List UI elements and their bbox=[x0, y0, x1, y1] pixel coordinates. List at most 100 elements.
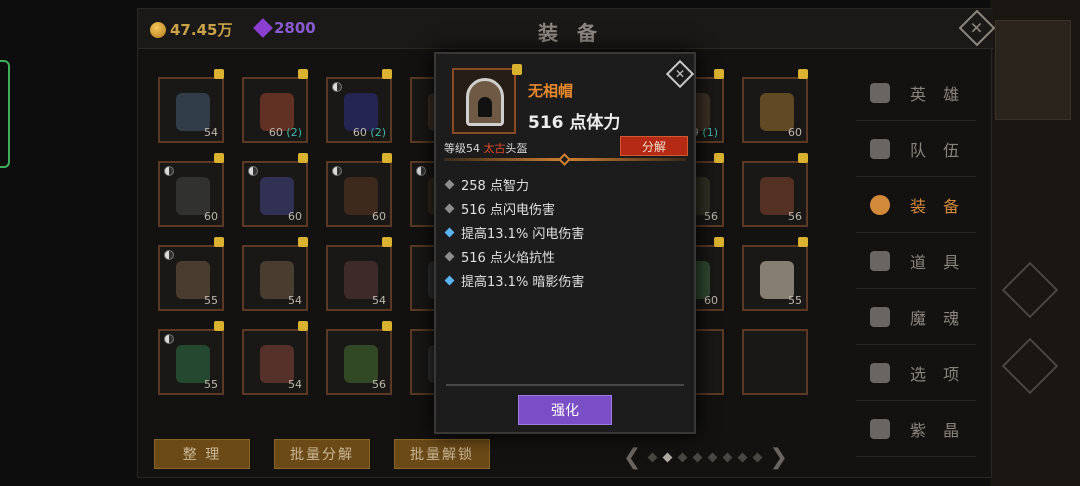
sidebar: 英 雄队 伍装 备道 具魔 魂选 项紫 晶 bbox=[856, 65, 976, 457]
yinyang-icon bbox=[416, 166, 426, 176]
right-button-2[interactable] bbox=[1001, 337, 1059, 395]
sidebar-item[interactable]: 紫 晶 bbox=[856, 401, 976, 457]
item-level-label: 56 bbox=[372, 378, 386, 391]
attribute-text: 提高13.1% 闪电伤害 bbox=[461, 226, 585, 242]
divider bbox=[446, 384, 684, 386]
gold-amount: 47.45万 bbox=[170, 21, 233, 39]
inventory-slot[interactable] bbox=[742, 329, 808, 395]
page-dot[interactable] bbox=[722, 452, 733, 463]
item-level-label: 60 bbox=[204, 210, 218, 223]
flame-icon bbox=[870, 306, 890, 327]
next-page-arrow[interactable]: ❯ bbox=[769, 445, 787, 470]
gold-counter: 47.45万 bbox=[150, 19, 232, 40]
inventory-slot[interactable]: 60 bbox=[326, 153, 392, 227]
bullet-icon bbox=[444, 227, 455, 237]
right-button-1[interactable] bbox=[1001, 261, 1059, 319]
bullet-icon bbox=[444, 251, 455, 261]
inventory-slot[interactable]: 54 bbox=[326, 237, 392, 311]
item-level-label: 60 (2) bbox=[352, 126, 386, 139]
lock-icon bbox=[714, 153, 724, 163]
attribute-row: 516 点火焰抗性 bbox=[444, 244, 584, 268]
page-dot[interactable] bbox=[662, 452, 673, 463]
item-level-label: 60 bbox=[372, 210, 386, 223]
item-level-label: 60 (2) bbox=[268, 126, 302, 139]
bullet-icon bbox=[444, 203, 455, 213]
lock-icon bbox=[214, 321, 224, 331]
attribute-text: 258 点智力 bbox=[461, 178, 529, 194]
inventory-slot[interactable]: 54 bbox=[158, 69, 224, 143]
left-edge-tab[interactable] bbox=[0, 60, 10, 168]
lock-icon bbox=[714, 237, 724, 247]
lock-icon[interactable] bbox=[512, 64, 522, 75]
item-level-label: 54 bbox=[288, 378, 302, 391]
sidebar-item[interactable]: 道 具 bbox=[856, 233, 976, 289]
item-slot: 头盔 bbox=[505, 142, 528, 155]
inventory-slot[interactable]: 54 bbox=[242, 237, 308, 311]
sidebar-item[interactable]: 魔 魂 bbox=[856, 289, 976, 345]
bullet-icon bbox=[444, 179, 455, 189]
inventory-slot[interactable]: 55 bbox=[742, 237, 808, 311]
sidebar-item[interactable]: 队 伍 bbox=[856, 121, 976, 177]
yinyang-icon bbox=[332, 82, 342, 92]
item-icon-frame bbox=[452, 68, 516, 134]
item-main-stat: 516 点体力 bbox=[528, 113, 621, 133]
bulk-salvage-button[interactable]: 批量分解 bbox=[274, 439, 370, 469]
inventory-slot[interactable]: 54 bbox=[242, 321, 308, 395]
sidebar-item[interactable]: 装 备 bbox=[856, 177, 976, 233]
attribute-text: 提高13.1% 暗影伤害 bbox=[461, 274, 585, 290]
attribute-text: 516 点闪电伤害 bbox=[461, 202, 555, 218]
item-level-label: 56 bbox=[788, 210, 802, 223]
tooltip-close-button[interactable]: ✕ bbox=[665, 59, 695, 89]
page-dot[interactable] bbox=[677, 452, 688, 463]
item-level-label: 60 bbox=[788, 126, 802, 139]
inventory-slot[interactable]: 55 bbox=[158, 237, 224, 311]
gem-amount: 2800 bbox=[274, 19, 316, 37]
close-icon: ✕ bbox=[674, 67, 686, 81]
salvage-button[interactable]: 分解 bbox=[620, 136, 688, 156]
inventory-slot[interactable]: 60 bbox=[158, 153, 224, 227]
inventory-slot[interactable]: 56 bbox=[326, 321, 392, 395]
attribute-row: 258 点智力 bbox=[444, 172, 584, 196]
item-level-label: 55 bbox=[204, 294, 218, 307]
sidebar-item[interactable]: 英 雄 bbox=[856, 65, 976, 121]
page-dot[interactable] bbox=[647, 452, 658, 463]
lock-icon bbox=[298, 321, 308, 331]
gear-icon bbox=[870, 362, 890, 383]
right-side-buttons bbox=[1001, 261, 1059, 422]
item-rarity: 太古 bbox=[483, 142, 506, 155]
lock-icon bbox=[382, 321, 392, 331]
prev-page-arrow[interactable]: ❮ bbox=[623, 445, 641, 470]
item-level-label: 60 bbox=[704, 294, 718, 307]
bonus-label: (2) bbox=[286, 126, 302, 139]
crystal-icon bbox=[870, 418, 890, 439]
divider-diamond bbox=[558, 153, 571, 166]
inventory-slot[interactable]: 55 bbox=[158, 321, 224, 395]
item-level-label: 55 bbox=[204, 378, 218, 391]
sort-button[interactable]: 整 理 bbox=[154, 439, 250, 469]
inventory-slot[interactable]: 60 (2) bbox=[242, 69, 308, 143]
inventory-slot[interactable]: 60 (2) bbox=[326, 69, 392, 143]
sidebar-item-label: 魔 魂 bbox=[910, 308, 966, 328]
lock-icon bbox=[298, 237, 308, 247]
close-button[interactable]: ✕ bbox=[958, 9, 996, 47]
page-dot[interactable] bbox=[692, 452, 703, 463]
item-level-label: 54 bbox=[204, 126, 218, 139]
top-bar: 47.45万 2800 装 备 ✕ bbox=[138, 9, 996, 49]
bulk-unlock-button[interactable]: 批量解锁 bbox=[394, 439, 490, 469]
item-level-label: 60 bbox=[288, 210, 302, 223]
lock-icon bbox=[298, 69, 308, 79]
inventory-slot[interactable]: 56 bbox=[742, 153, 808, 227]
inventory-slot[interactable]: 60 bbox=[742, 69, 808, 143]
page-dot[interactable] bbox=[707, 452, 718, 463]
lock-icon bbox=[214, 237, 224, 247]
inventory-slot[interactable]: 60 bbox=[242, 153, 308, 227]
enhance-button[interactable]: 强化 bbox=[518, 395, 612, 425]
purple-gem-icon bbox=[253, 18, 273, 38]
page-dots bbox=[647, 452, 763, 463]
page-dot[interactable] bbox=[737, 452, 748, 463]
page-dot[interactable] bbox=[752, 452, 763, 463]
yinyang-icon bbox=[332, 166, 342, 176]
attribute-list: 258 点智力 516 点闪电伤害提高13.1% 闪电伤害 516 点火焰抗性提高1… bbox=[444, 172, 585, 292]
helmet-icon bbox=[870, 194, 890, 215]
sidebar-item[interactable]: 选 项 bbox=[856, 345, 976, 401]
